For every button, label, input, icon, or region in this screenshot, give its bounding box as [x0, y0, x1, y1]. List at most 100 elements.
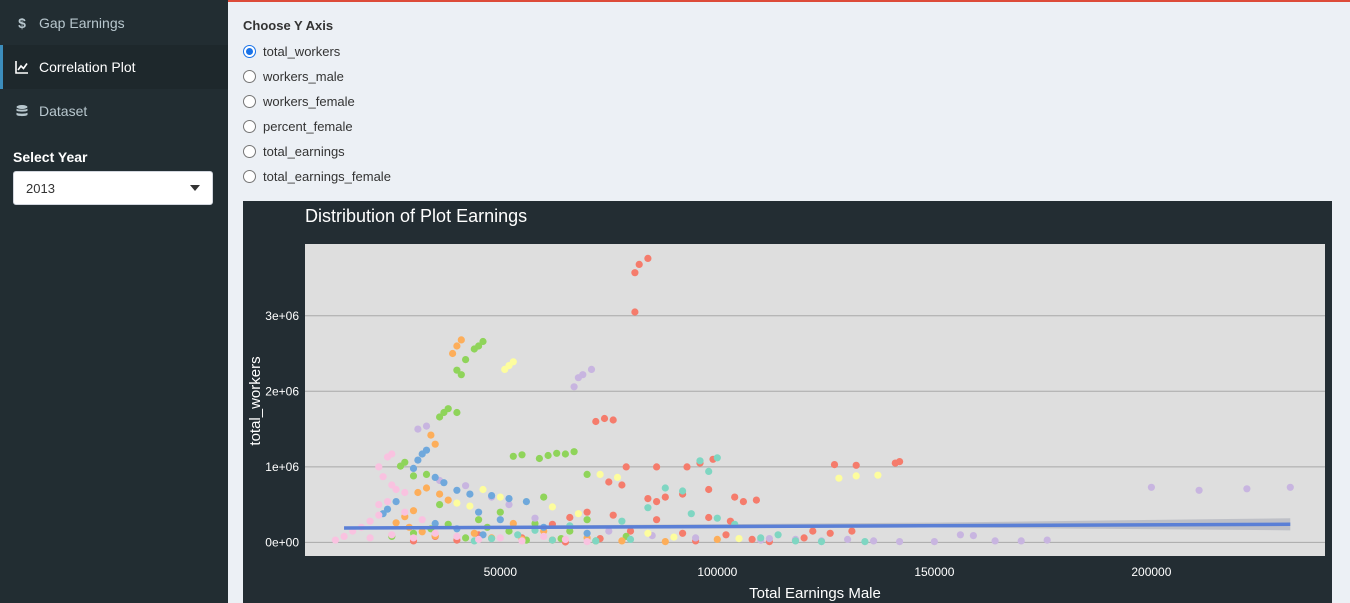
radio-button[interactable] [243, 145, 256, 158]
data-point [366, 517, 374, 525]
year-select-value: 2013 [26, 180, 55, 196]
radio-option-total-earnings-female[interactable]: total_earnings_female [243, 164, 391, 189]
data-point [583, 470, 591, 478]
data-point [427, 431, 435, 439]
radio-option-workers-female[interactable]: workers_female [243, 89, 391, 114]
data-point [587, 365, 596, 373]
y-tick-label: 0e+00 [265, 535, 299, 549]
data-point [644, 495, 652, 503]
radio-button[interactable] [243, 70, 256, 83]
data-point [540, 532, 548, 540]
data-point [418, 516, 426, 524]
data-point [791, 537, 800, 545]
data-point [431, 440, 439, 448]
sidebar-item-correlation-plot[interactable]: Correlation Plot [0, 45, 228, 89]
select-year-label: Select Year [13, 149, 88, 165]
radio-option-workers-male[interactable]: workers_male [243, 64, 391, 89]
data-point [331, 536, 339, 544]
data-point [392, 498, 400, 506]
data-point [661, 493, 669, 501]
data-point [817, 538, 826, 546]
data-point [653, 463, 661, 471]
data-point [366, 534, 374, 542]
data-point [679, 487, 687, 495]
data-point [436, 490, 444, 498]
data-point [835, 474, 843, 482]
data-point [540, 493, 548, 501]
radio-label: total_earnings_female [263, 169, 391, 184]
data-point [514, 531, 522, 539]
data-point [930, 538, 939, 546]
data-point [653, 498, 661, 506]
data-point [644, 529, 652, 537]
data-point [765, 535, 774, 543]
radio-option-total-workers[interactable]: total_workers [243, 39, 391, 64]
data-point [340, 532, 348, 540]
radio-button[interactable] [243, 120, 256, 133]
radio-label: percent_female [263, 119, 353, 134]
data-point [705, 467, 713, 475]
data-point [583, 529, 591, 537]
dollar-icon: $ [15, 16, 29, 30]
data-point [388, 450, 396, 458]
year-select[interactable]: 2013 [13, 171, 213, 205]
radio-button[interactable] [243, 170, 256, 183]
data-point [692, 534, 700, 542]
data-point [852, 472, 860, 480]
data-point [631, 308, 639, 316]
data-point [722, 531, 730, 539]
data-point [1286, 483, 1294, 491]
data-point [496, 493, 504, 501]
radio-option-percent-female[interactable]: percent_female [243, 114, 391, 139]
data-point [457, 336, 465, 344]
data-point [383, 498, 392, 506]
data-point [696, 457, 704, 465]
data-point [488, 492, 496, 500]
data-point [809, 527, 817, 535]
data-point [852, 461, 860, 469]
data-point [705, 513, 713, 522]
y-tick-label: 2e+06 [265, 384, 299, 398]
data-point [379, 473, 387, 481]
data-point [401, 458, 409, 466]
data-point [475, 535, 483, 543]
data-point [618, 517, 626, 525]
data-point [653, 516, 661, 524]
x-tick-label: 50000 [484, 565, 518, 579]
data-point [592, 537, 600, 545]
data-point [800, 534, 808, 542]
data-point [431, 473, 439, 481]
data-point [618, 537, 626, 545]
data-point [956, 531, 965, 539]
data-point [436, 501, 444, 509]
data-point [375, 511, 383, 519]
data-point [622, 463, 630, 471]
data-point [479, 485, 487, 494]
line-chart-icon [15, 60, 29, 74]
data-point [440, 479, 448, 487]
sidebar-item-dataset[interactable]: Dataset [0, 89, 228, 133]
data-point [457, 371, 465, 379]
data-point [414, 488, 422, 497]
sidebar-item-label: Correlation Plot [39, 59, 136, 75]
sidebar-item-gap-earnings[interactable]: $ Gap Earnings [0, 1, 228, 45]
data-point [401, 488, 409, 497]
sidebar: $ Gap Earnings Correlation Plot Dataset … [0, 0, 228, 603]
data-point [991, 537, 999, 545]
data-point [475, 508, 483, 516]
data-point [422, 470, 431, 478]
data-point [1043, 536, 1051, 544]
radio-button[interactable] [243, 45, 256, 58]
data-point [548, 503, 556, 511]
data-point [561, 450, 569, 458]
database-icon [15, 104, 29, 118]
data-point [488, 535, 496, 543]
data-point [618, 481, 626, 489]
data-point [544, 451, 552, 460]
data-point [713, 454, 721, 462]
radio-option-total-earnings[interactable]: total_earnings [243, 139, 391, 164]
radio-button[interactable] [243, 95, 256, 108]
data-point [570, 448, 578, 456]
data-point [453, 532, 461, 540]
data-point [752, 496, 760, 504]
